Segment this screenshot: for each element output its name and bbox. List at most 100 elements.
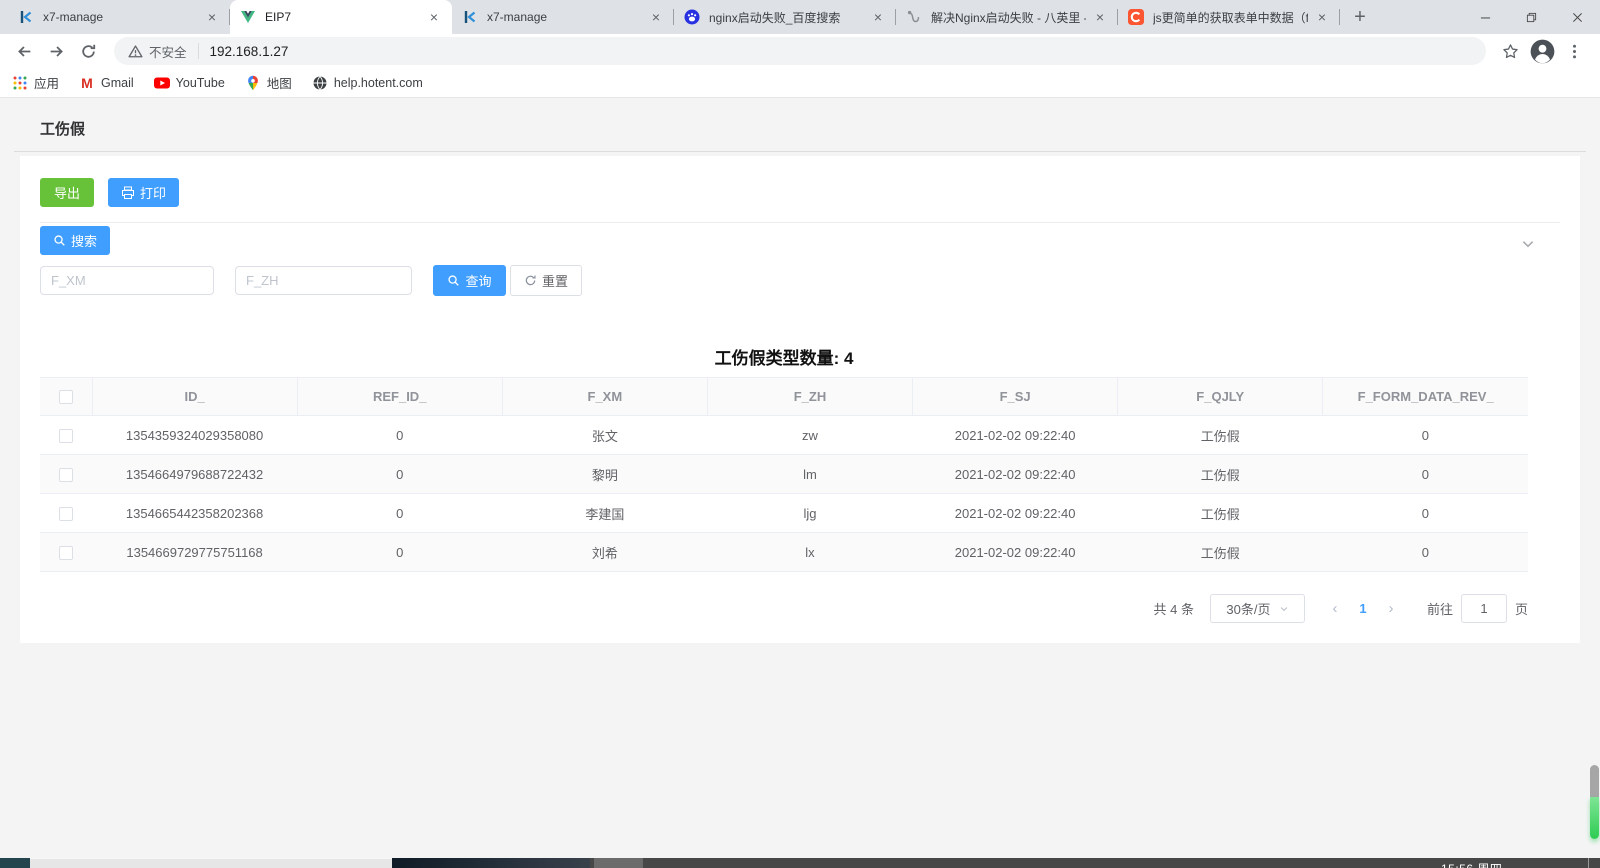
goto-page-input[interactable] [1461, 594, 1507, 623]
table-row[interactable]: 13546697297757511680刘希lx2021-02-02 09:22… [40, 533, 1528, 572]
table-cell: 1354359324029358080 [92, 416, 297, 455]
bookmark-label: Gmail [101, 76, 134, 90]
tab-eip7-active[interactable]: EIP7 × [230, 0, 452, 34]
page-header-divider [14, 151, 1586, 152]
menu-kebab-icon[interactable] [1560, 37, 1588, 65]
next-page-button[interactable]: › [1377, 600, 1405, 617]
table-cell: lm [707, 455, 912, 494]
tab-x7-manage-2[interactable]: x7-manage × [452, 0, 674, 34]
chevron-down-icon [1279, 604, 1289, 614]
column-header-f_sj: F_SJ [913, 378, 1118, 416]
search-button[interactable]: 搜索 [40, 226, 110, 255]
search-icon [447, 274, 460, 287]
row-checkbox-cell [40, 416, 92, 455]
tab-csdn-form-data[interactable]: js更简单的获取表单中数据（fo × [1118, 0, 1340, 34]
table-cell: 0 [297, 533, 502, 572]
reset-button[interactable]: 重置 [510, 265, 582, 296]
select-all-checkbox[interactable] [59, 390, 73, 404]
address-bar[interactable]: 不安全 192.168.1.27 [114, 37, 1486, 65]
table-cell: 工伤假 [1118, 455, 1323, 494]
select-all-cell [40, 378, 92, 416]
row-checkbox[interactable] [59, 429, 73, 443]
search-button-label: 搜索 [71, 231, 97, 250]
x7-logo-icon [18, 9, 34, 25]
bookmark-help-hotent[interactable]: help.hotent.com [312, 75, 423, 91]
taskbar-app-segment[interactable] [594, 858, 643, 868]
edge-widget-gray-handle[interactable] [1590, 765, 1599, 797]
column-header-f_xm: F_XM [502, 378, 707, 416]
table-cell: 0 [1323, 494, 1528, 533]
url-text[interactable]: 192.168.1.27 [210, 44, 289, 59]
export-button[interactable]: 导出 [40, 178, 94, 207]
csdn-icon [1128, 9, 1144, 25]
table-cell: 1354664979688722432 [92, 455, 297, 494]
table-cell: 张文 [502, 416, 707, 455]
table-cell: ljg [707, 494, 912, 533]
page-size-select[interactable]: 30条/页 [1210, 594, 1305, 623]
window-minimize-button[interactable] [1462, 0, 1508, 34]
bookmark-gmail[interactable]: M Gmail [79, 75, 134, 91]
tab-close-icon[interactable]: × [648, 9, 664, 25]
table-cell: 李建国 [502, 494, 707, 533]
bookmark-star-icon[interactable] [1496, 37, 1524, 65]
row-checkbox[interactable] [59, 546, 73, 560]
f-xm-input[interactable] [40, 266, 214, 295]
table-row[interactable]: 13546654423582023680李建国ljg2021-02-02 09:… [40, 494, 1528, 533]
content-card: 导出 打印 搜索 查询 重置 工伤假类型数量: 4 [20, 156, 1580, 643]
table-row[interactable]: 1354664979688722432 0 黎明lm2021-02-02 09:22… [40, 455, 1528, 494]
table-cell: 工伤假 [1118, 416, 1323, 455]
page-size-value: 30条/页 [1226, 599, 1270, 618]
back-icon[interactable] [10, 37, 38, 65]
profile-avatar[interactable] [1528, 37, 1556, 65]
table-cell: zw [707, 416, 912, 455]
row-checkbox-cell [40, 533, 92, 572]
taskbar-app-segment[interactable] [392, 858, 590, 868]
tab-close-icon[interactable]: × [1314, 9, 1330, 25]
row-checkbox[interactable] [59, 468, 73, 482]
print-button[interactable]: 打印 [108, 178, 179, 207]
table-row[interactable]: 13543593240293580800张文zw2021-02-02 09:22… [40, 416, 1528, 455]
table-cell: 工伤假 [1118, 533, 1323, 572]
table-header-row: ID_REF_ID_F_XMF_ZHF_SJF_QJLYF_FORM_DATA_… [40, 378, 1528, 416]
tab-close-icon[interactable]: × [204, 9, 220, 25]
column-header-f_qjly: F_QJLY [1118, 378, 1323, 416]
youtube-icon [154, 75, 170, 91]
table-cell: 2021-02-02 09:22:40 [913, 533, 1118, 572]
goto-label: 前往 [1427, 599, 1453, 618]
eight-mile-icon [906, 9, 922, 25]
taskbar-app-segment[interactable] [30, 858, 392, 868]
f-zh-input[interactable] [235, 266, 412, 295]
window-restore-button[interactable] [1508, 0, 1554, 34]
table-cell: 1354669729775751168 [92, 533, 297, 572]
tab-close-icon[interactable]: × [870, 9, 886, 25]
prev-page-button[interactable]: ‹ [1321, 600, 1349, 617]
taskbar-clock[interactable]: 15:56 周四 [1441, 860, 1502, 868]
security-label[interactable]: 不安全 [149, 42, 187, 61]
current-page[interactable]: 1 [1349, 601, 1377, 616]
forward-icon[interactable] [42, 37, 70, 65]
vue-logo-icon [240, 9, 256, 25]
bookmark-apps[interactable]: 应用 [12, 73, 59, 92]
search-icon [53, 234, 66, 247]
window-close-button[interactable] [1554, 0, 1600, 34]
tab-title: 解决Nginx启动失败 - 八英里 - [931, 9, 1086, 26]
query-button[interactable]: 查询 [433, 265, 506, 296]
row-checkbox-cell [40, 494, 92, 533]
bookmark-maps[interactable]: 地图 [245, 73, 292, 92]
tab-close-icon[interactable]: × [426, 9, 442, 25]
windows-taskbar: 15:56 周四 [0, 858, 1600, 868]
chevron-down-icon[interactable] [1520, 236, 1536, 252]
tab-close-icon[interactable]: × [1092, 9, 1108, 25]
row-checkbox[interactable] [59, 507, 73, 521]
bookmark-youtube[interactable]: YouTube [154, 75, 225, 91]
taskbar-app-segment[interactable] [0, 858, 30, 868]
tab-nginx-baidu[interactable]: nginx启动失败_百度搜索 × [674, 0, 896, 34]
reload-icon[interactable] [74, 37, 102, 65]
table-cell: 0 [1323, 455, 1528, 494]
new-tab-button[interactable]: + [1346, 3, 1374, 31]
edge-widget-green-handle[interactable] [1590, 797, 1599, 839]
table-cell: 2021-02-02 09:22:40 [913, 455, 1118, 494]
tab-nginx-eightmile[interactable]: 解决Nginx启动失败 - 八英里 - × [896, 0, 1118, 34]
tab-x7-manage-1[interactable]: x7-manage × [8, 0, 230, 34]
table-cell: 黎明 [502, 455, 707, 494]
